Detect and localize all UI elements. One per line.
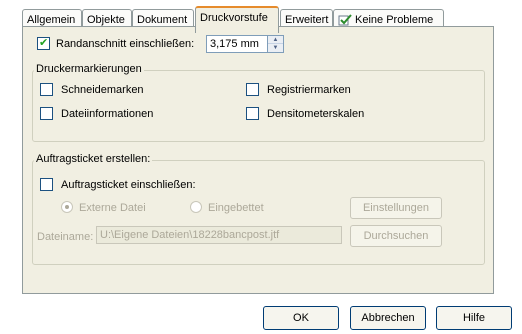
print-options-dialog: Allgemein Objekte Dokument Druckvorstufe… — [0, 0, 522, 334]
spin-up-icon[interactable]: ▲ — [268, 36, 283, 44]
file-info-label: Dateiinformationen — [61, 108, 154, 120]
bleed-spinner[interactable]: ▲ ▼ — [268, 35, 284, 53]
tab-label: Keine Probleme — [355, 14, 434, 26]
filename-label: Dateiname: — [37, 231, 94, 243]
job-ticket-checkbox[interactable] — [40, 178, 53, 191]
densitometer-label: Densitometerskalen — [267, 108, 365, 120]
bleed-label: Randanschnitt einschließen: — [56, 38, 195, 50]
tab-druckvorstufe[interactable]: Druckvorstufe — [195, 6, 279, 33]
ok-button[interactable]: OK — [263, 306, 339, 330]
job-ticket-label: Auftragsticket einschließen: — [61, 179, 196, 191]
tab-label: Objekte — [87, 14, 125, 26]
registration-marks-checkbox[interactable] — [246, 83, 259, 96]
file-info-checkbox[interactable] — [40, 107, 53, 120]
cancel-button[interactable]: Abbrechen — [350, 306, 426, 330]
printer-marks-title: Druckermarkierungen — [34, 63, 144, 76]
tab-label: Allgemein — [27, 14, 76, 26]
radio-embedded[interactable] — [190, 201, 202, 213]
bleed-checkbox[interactable] — [37, 36, 50, 50]
crop-marks-checkbox[interactable] — [40, 83, 53, 96]
job-ticket-title: Auftragsticket erstellen: — [34, 153, 153, 166]
tab-panel-druckvorstufe: Randanschnitt einschließen: 3,175 mm ▲ ▼… — [22, 26, 494, 294]
tab-label: Druckvorstufe — [200, 12, 268, 24]
tab-label: Dokument — [137, 14, 188, 26]
radio-external-label: Externe Datei — [79, 202, 146, 214]
densitometer-checkbox[interactable] — [246, 107, 259, 120]
browse-button[interactable]: Durchsuchen — [350, 225, 442, 247]
spin-down-icon[interactable]: ▼ — [268, 44, 283, 52]
help-button[interactable]: Hilfe — [436, 306, 512, 330]
registration-marks-label: Registriermarken — [267, 84, 351, 96]
crop-marks-label: Schneidemarken — [61, 84, 144, 96]
tab-label: Erweitert — [285, 14, 329, 26]
radio-embedded-label: Eingebettet — [208, 202, 264, 214]
printer-marks-group — [32, 70, 485, 142]
check-document-icon — [338, 14, 352, 26]
settings-button[interactable]: Einstellungen — [350, 197, 442, 219]
bleed-value-input[interactable]: 3,175 mm — [206, 35, 268, 53]
filename-input[interactable]: U:\Eigene Dateien\18228bancpost.jtf — [96, 226, 342, 244]
radio-external-file[interactable] — [61, 201, 73, 213]
